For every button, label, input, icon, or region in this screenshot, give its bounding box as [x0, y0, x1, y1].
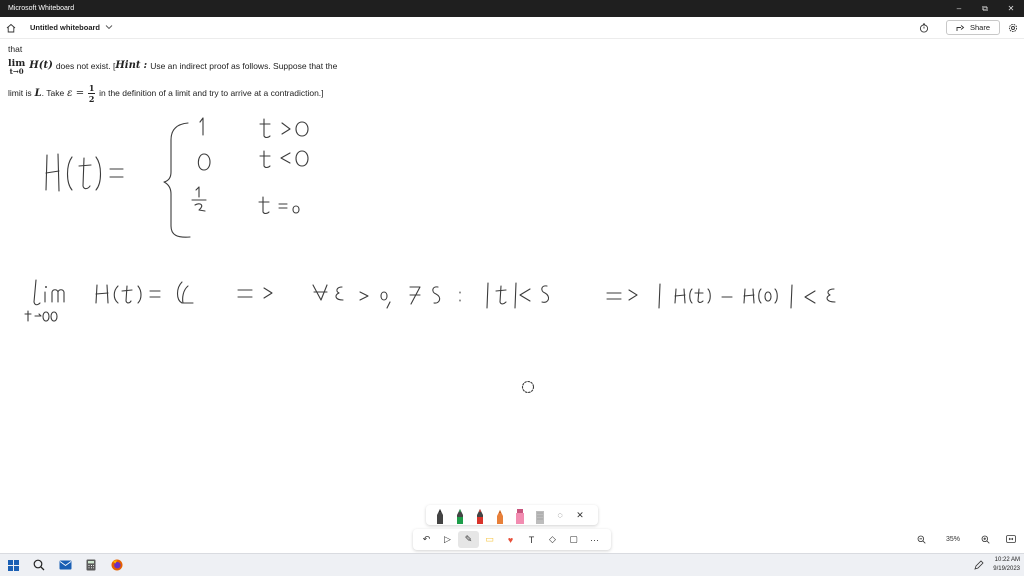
- green-pen-icon: [457, 509, 463, 524]
- sticky-note-button[interactable]: ▭: [479, 531, 500, 548]
- text-icon: T: [528, 534, 535, 545]
- handwritten-ink[interactable]: [0, 40, 1024, 552]
- share-label: Share: [969, 23, 990, 32]
- undo-icon: ↶: [422, 534, 431, 544]
- shapes-button[interactable]: ◇: [542, 531, 563, 548]
- text-tool-button[interactable]: T: [521, 531, 542, 548]
- firefox-app-button[interactable]: [104, 554, 130, 576]
- close-icon: ✕: [576, 509, 584, 520]
- ink-piecewise-conditions[interactable]: [258, 118, 309, 215]
- ink-tool-button[interactable]: ✎: [458, 531, 479, 548]
- heart-icon: ♥: [507, 534, 514, 545]
- board-title: Untitled whiteboard: [30, 23, 100, 32]
- eraser-icon: [536, 511, 544, 524]
- undo-button[interactable]: ↶: [416, 531, 437, 548]
- share-icon: [956, 24, 965, 31]
- lasso-icon: ◌: [557, 510, 563, 520]
- minimize-button[interactable]: –: [946, 0, 972, 17]
- reactions-button[interactable]: ♥: [500, 531, 521, 548]
- clock-date: 9/19/2023: [993, 565, 1020, 572]
- green-pen-button[interactable]: [450, 506, 470, 524]
- calculator-app-button[interactable]: [78, 554, 104, 576]
- app-header: Untitled whiteboard Share: [0, 17, 1024, 39]
- settings-icon: [1008, 23, 1018, 33]
- ink-piecewise-values[interactable]: [191, 117, 211, 212]
- whiteboard-canvas[interactable]: that lim t→0 H(t) does not exist. [ Hint…: [0, 40, 1024, 552]
- windows-icon: [7, 559, 19, 571]
- pen-tray: ◌ ✕: [426, 505, 598, 525]
- more-button[interactable]: ···: [584, 531, 605, 548]
- chevron-down-icon: [105, 24, 113, 32]
- firefox-icon: [111, 559, 123, 571]
- templates-button[interactable]: ▢: [563, 531, 584, 548]
- share-button[interactable]: Share: [946, 20, 1000, 35]
- zoom-level[interactable]: 35%: [938, 530, 968, 548]
- black-pen-button[interactable]: [430, 506, 450, 524]
- zoom-out-icon: [917, 535, 926, 544]
- zoom-in-icon: [981, 535, 990, 544]
- red-pen-icon: [477, 509, 483, 524]
- window-controls: – ⧉ ✕: [946, 0, 1024, 17]
- pen-tray-icon[interactable]: [972, 558, 986, 572]
- system-clock[interactable]: 10:22 AM 9/19/2023: [993, 556, 1020, 573]
- fit-screen-icon: [1006, 535, 1016, 543]
- fit-to-screen-button[interactable]: [1002, 530, 1020, 548]
- ink-limit-line[interactable]: [24, 279, 836, 322]
- start-button[interactable]: [0, 554, 26, 576]
- close-pen-tray-button[interactable]: ✕: [570, 506, 590, 524]
- black-pen-icon: [437, 509, 443, 524]
- home-icon: [6, 23, 16, 32]
- ink-h-of-t-equals[interactable]: [45, 153, 124, 192]
- restore-button[interactable]: ⧉: [972, 0, 998, 17]
- settings-button[interactable]: [1006, 21, 1020, 35]
- calculator-icon: [86, 559, 96, 571]
- red-pen-button[interactable]: [470, 506, 490, 524]
- pen-settings-icon: [974, 560, 984, 570]
- clock-time: 10:22 AM: [994, 557, 1020, 563]
- windows-taskbar: 10:22 AM 9/19/2023: [0, 553, 1024, 576]
- sticky-note-icon: ▭: [485, 534, 494, 544]
- lasso-select-button[interactable]: ◌: [550, 506, 570, 524]
- pink-highlighter-button[interactable]: [510, 506, 530, 524]
- eraser-button[interactable]: [530, 506, 550, 524]
- select-pointer-icon: ▷: [444, 534, 451, 544]
- more-icon: ···: [590, 534, 599, 545]
- mail-icon: [59, 560, 71, 570]
- board-title-menu[interactable]: Untitled whiteboard: [30, 23, 113, 32]
- close-window-button[interactable]: ✕: [998, 0, 1024, 17]
- title-bar: Microsoft Whiteboard – ⧉ ✕: [0, 0, 1024, 17]
- shapes-icon: ◇: [549, 534, 556, 544]
- orange-pen-icon: [497, 510, 503, 524]
- home-button[interactable]: [0, 17, 22, 39]
- ink-piecewise-brace[interactable]: [163, 122, 191, 238]
- mail-app-button[interactable]: [52, 554, 78, 576]
- timer-icon: [919, 23, 929, 33]
- templates-icon: ▢: [569, 534, 578, 544]
- window-title: Microsoft Whiteboard: [8, 5, 75, 12]
- zoom-out-button[interactable]: [912, 530, 930, 548]
- orange-pen-button[interactable]: [490, 506, 510, 524]
- search-icon: [33, 559, 45, 571]
- pen-icon: ✎: [464, 534, 473, 544]
- main-toolbar: ↶ ▷ ✎ ▭ ♥ T ◇ ▢ ···: [413, 529, 611, 550]
- zoom-in-button[interactable]: [976, 530, 994, 548]
- select-tool-button[interactable]: ▷: [437, 531, 458, 548]
- pink-highlighter-icon: [516, 509, 524, 524]
- zoom-controls: 35%: [912, 530, 1020, 548]
- loading-spinner-icon: [521, 380, 535, 394]
- search-taskbar-button[interactable]: [26, 554, 52, 576]
- timer-button[interactable]: [916, 21, 932, 35]
